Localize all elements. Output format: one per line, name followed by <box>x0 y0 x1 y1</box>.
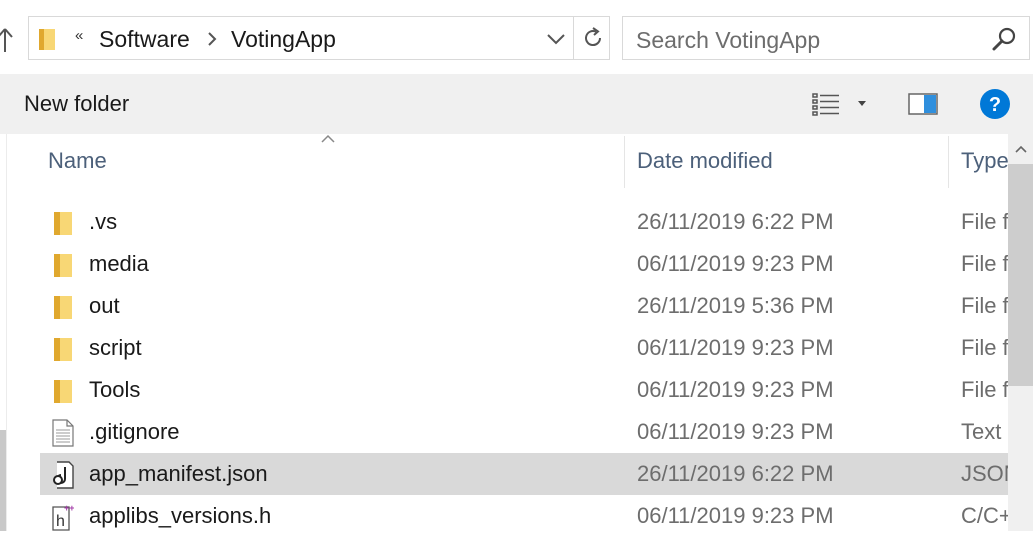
svg-text:h: h <box>56 513 65 530</box>
file-type: File folder <box>961 377 1008 402</box>
scroll-up-icon[interactable] <box>1014 144 1028 154</box>
file-name: .vs <box>89 209 118 234</box>
folder-icon <box>54 338 72 361</box>
file-type: JSON File <box>961 461 1008 486</box>
details-view-icon[interactable] <box>812 92 840 116</box>
divider <box>573 17 574 59</box>
help-icon[interactable]: ? <box>979 88 1011 120</box>
file-date: 06/11/2019 9:23 PM <box>637 251 834 276</box>
file-date: 06/11/2019 9:23 PM <box>637 503 834 528</box>
file-type: Text Document <box>961 419 1008 444</box>
search-box[interactable]: Search VotingApp <box>622 16 1030 60</box>
file-date: 06/11/2019 9:23 PM <box>637 335 834 360</box>
file-name: Tools <box>89 377 141 402</box>
text-file-icon <box>52 419 74 447</box>
breadcrumb-votingapp[interactable]: VotingApp <box>231 26 336 53</box>
header-file-icon: h ++ <box>52 503 74 531</box>
folder-icon <box>54 296 72 319</box>
list-item[interactable]: out 26/11/2019 5:36 PM File folder <box>40 285 1008 327</box>
file-name: media <box>89 251 149 276</box>
svg-text:++: ++ <box>64 503 74 513</box>
column-divider[interactable] <box>624 136 625 188</box>
breadcrumb-software[interactable]: Software <box>99 26 190 53</box>
scrollbar-thumb[interactable] <box>1008 164 1033 386</box>
overflow-chevrons[interactable]: « <box>75 27 83 44</box>
file-type: File folder <box>961 251 1008 276</box>
folder-icon <box>54 254 72 277</box>
list-item[interactable]: Tools 06/11/2019 9:23 PM File folder <box>40 369 1008 411</box>
file-date: 26/11/2019 6:22 PM <box>637 461 834 486</box>
navigation-bar: « Software VotingApp Search VotingApp <box>0 0 1033 74</box>
file-type: C/C++ Header <box>961 503 1008 528</box>
address-bar[interactable]: « Software VotingApp <box>28 16 610 60</box>
file-name: .gitignore <box>89 419 180 444</box>
sort-ascending-icon <box>321 134 335 143</box>
file-name: applibs_versions.h <box>89 503 272 528</box>
list-item[interactable]: .vs 26/11/2019 6:22 PM File folder <box>40 201 1008 243</box>
list-item[interactable]: .gitignore 06/11/2019 9:23 PM Text Docum… <box>40 411 1008 453</box>
file-name: out <box>89 293 120 318</box>
file-date: 06/11/2019 9:23 PM <box>637 419 834 444</box>
search-input[interactable]: Search VotingApp <box>636 27 820 54</box>
file-date: 26/11/2019 5:36 PM <box>637 293 834 318</box>
column-divider[interactable] <box>948 136 949 188</box>
file-type: File folder <box>961 209 1008 234</box>
refresh-icon[interactable] <box>581 26 605 50</box>
column-header-date-modified[interactable]: Date modified <box>637 148 773 174</box>
chevron-right-icon[interactable] <box>205 30 219 48</box>
file-type: File folder <box>961 293 1008 318</box>
up-arrow-icon[interactable] <box>0 26 14 54</box>
list-item[interactable]: script 06/11/2019 9:23 PM File folder <box>40 327 1008 369</box>
search-icon[interactable] <box>991 26 1017 52</box>
file-date: 06/11/2019 9:23 PM <box>637 377 834 402</box>
file-name: app_manifest.json <box>89 461 268 486</box>
folder-icon <box>54 212 72 235</box>
file-date: 26/11/2019 6:22 PM <box>637 209 834 234</box>
navigation-pane-scrollbar[interactable] <box>0 430 6 531</box>
caret-down-icon[interactable] <box>857 100 867 108</box>
column-header-name[interactable]: Name <box>48 148 107 174</box>
chevron-down-icon[interactable] <box>545 29 567 49</box>
vertical-scrollbar[interactable] <box>1008 134 1033 531</box>
json-file-icon <box>53 461 74 489</box>
file-type: File folder <box>961 335 1008 360</box>
new-folder-button[interactable]: New folder <box>24 91 129 117</box>
folder-icon <box>39 29 55 50</box>
column-header-type[interactable]: Type <box>961 148 1009 174</box>
file-list: Name Date modified Type .vs 26/11/2019 6… <box>0 134 1033 531</box>
svg-text:?: ? <box>989 94 1001 116</box>
list-item[interactable]: media 06/11/2019 9:23 PM File folder <box>40 243 1008 285</box>
file-name: script <box>89 335 142 360</box>
list-item-selected[interactable]: app_manifest.json 26/11/2019 6:22 PM JSO… <box>40 453 1008 495</box>
preview-pane-icon[interactable] <box>908 92 938 116</box>
folder-icon <box>54 380 72 403</box>
command-bar: New folder ? <box>0 74 1033 134</box>
